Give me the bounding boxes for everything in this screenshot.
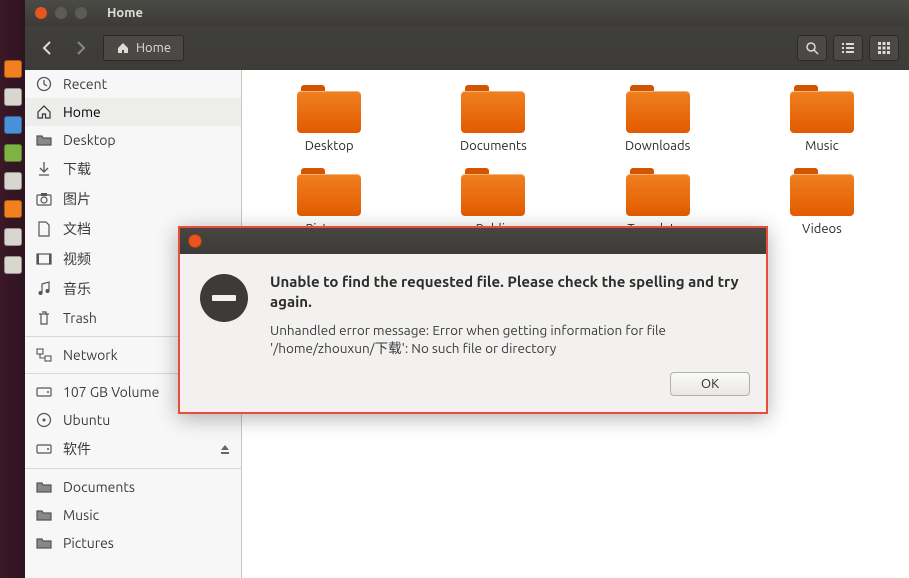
sidebar-item-label: 下载 bbox=[63, 159, 91, 179]
recent-icon bbox=[35, 75, 53, 93]
sidebar-item-label: Documents bbox=[63, 479, 135, 495]
launcher-item[interactable] bbox=[4, 200, 22, 218]
folder-icon bbox=[790, 168, 854, 216]
sidebar-item-recent[interactable]: Recent bbox=[25, 70, 241, 98]
music-icon bbox=[35, 280, 53, 298]
view-grid-button[interactable] bbox=[869, 35, 899, 61]
launcher-item[interactable] bbox=[4, 116, 22, 134]
dialog-titlebar bbox=[180, 228, 766, 254]
sidebar-item-bookmark-pictures[interactable]: Pictures bbox=[25, 529, 241, 557]
launcher-item[interactable] bbox=[4, 88, 22, 106]
view-list-button[interactable] bbox=[833, 35, 863, 61]
folder-grid: Desktop Documents Downloads Music Pictur… bbox=[252, 85, 899, 236]
sidebar-item-label: Ubuntu bbox=[63, 412, 110, 428]
home-icon bbox=[35, 103, 53, 121]
dialog-actions: OK bbox=[180, 372, 766, 412]
video-icon bbox=[35, 250, 53, 268]
sidebar-item-home[interactable]: Home bbox=[25, 98, 241, 126]
path-label: Home bbox=[136, 41, 171, 55]
folder-music[interactable]: Music bbox=[745, 85, 899, 153]
folder-documents[interactable]: Documents bbox=[416, 85, 570, 153]
search-button[interactable] bbox=[797, 35, 827, 61]
document-icon bbox=[35, 220, 53, 238]
sidebar-item-label: Network bbox=[63, 347, 118, 363]
nav-back-button[interactable] bbox=[35, 36, 59, 60]
sidebar-item-label: 音乐 bbox=[63, 279, 91, 299]
sidebar-item-label: Music bbox=[63, 507, 99, 523]
sidebar-item-label: 视频 bbox=[63, 249, 91, 269]
window-title: Home bbox=[107, 6, 143, 20]
path-bar-home[interactable]: Home bbox=[103, 35, 184, 61]
drive-icon bbox=[35, 440, 53, 458]
ok-button[interactable]: OK bbox=[670, 372, 750, 396]
window-minimize-icon[interactable] bbox=[55, 7, 67, 19]
error-dialog: Unable to find the requested file. Pleas… bbox=[178, 226, 768, 414]
dialog-body: Unable to find the requested file. Pleas… bbox=[180, 254, 766, 372]
disc-icon bbox=[35, 411, 53, 429]
sidebar-item-label: Recent bbox=[63, 76, 107, 92]
dialog-close-icon[interactable] bbox=[188, 234, 202, 248]
download-icon bbox=[35, 160, 53, 178]
folder-icon bbox=[35, 478, 53, 496]
folder-icon bbox=[626, 85, 690, 133]
folder-icon bbox=[790, 85, 854, 133]
sidebar-item-bookmark-music[interactable]: Music bbox=[25, 501, 241, 529]
sidebar-item-label: Pictures bbox=[63, 535, 114, 551]
camera-icon bbox=[35, 190, 53, 208]
sidebar-item-label: Home bbox=[63, 104, 101, 120]
folder-icon bbox=[297, 168, 361, 216]
error-icon bbox=[200, 274, 248, 322]
separator bbox=[25, 468, 241, 469]
toolbar: Home bbox=[25, 26, 909, 70]
sidebar-item-downloads[interactable]: 下载 bbox=[25, 154, 241, 184]
eject-icon[interactable] bbox=[219, 443, 231, 455]
folder-icon bbox=[35, 131, 53, 149]
folder-icon bbox=[461, 85, 525, 133]
sidebar-item-desktop[interactable]: Desktop bbox=[25, 126, 241, 154]
dialog-message: Unhandled error message: Error when gett… bbox=[270, 321, 746, 359]
trash-icon bbox=[35, 309, 53, 327]
launcher-item[interactable] bbox=[4, 144, 22, 162]
folder-icon bbox=[297, 85, 361, 133]
launcher-item[interactable] bbox=[4, 60, 22, 78]
launcher-item[interactable] bbox=[4, 256, 22, 274]
home-icon bbox=[116, 41, 130, 55]
sidebar-item-label: 文档 bbox=[63, 219, 91, 239]
unity-launcher[interactable] bbox=[0, 0, 25, 578]
dialog-heading: Unable to find the requested file. Pleas… bbox=[270, 272, 746, 313]
window-close-icon[interactable] bbox=[35, 7, 47, 19]
sidebar-item-label: 软件 bbox=[63, 439, 91, 459]
sidebar-item-label: 107 GB Volume bbox=[63, 384, 159, 400]
sidebar-item-label: Desktop bbox=[63, 132, 116, 148]
folder-icon bbox=[626, 168, 690, 216]
window-maximize-icon[interactable] bbox=[75, 7, 87, 19]
window-titlebar: Home bbox=[25, 0, 909, 26]
network-icon bbox=[35, 346, 53, 364]
drive-icon bbox=[35, 383, 53, 401]
sidebar-item-label: 图片 bbox=[63, 189, 91, 209]
sidebar-item-pictures[interactable]: 图片 bbox=[25, 184, 241, 214]
folder-downloads[interactable]: Downloads bbox=[581, 85, 735, 153]
sidebar-item-software[interactable]: 软件 bbox=[25, 434, 241, 464]
folder-icon bbox=[35, 534, 53, 552]
sidebar-item-label: Trash bbox=[63, 310, 97, 326]
folder-icon bbox=[35, 506, 53, 524]
sidebar-item-bookmark-documents[interactable]: Documents bbox=[25, 473, 241, 501]
launcher-item[interactable] bbox=[4, 172, 22, 190]
folder-desktop[interactable]: Desktop bbox=[252, 85, 406, 153]
window-controls bbox=[25, 7, 97, 19]
nav-forward-button[interactable] bbox=[69, 36, 93, 60]
launcher-item[interactable] bbox=[4, 228, 22, 246]
folder-icon bbox=[461, 168, 525, 216]
